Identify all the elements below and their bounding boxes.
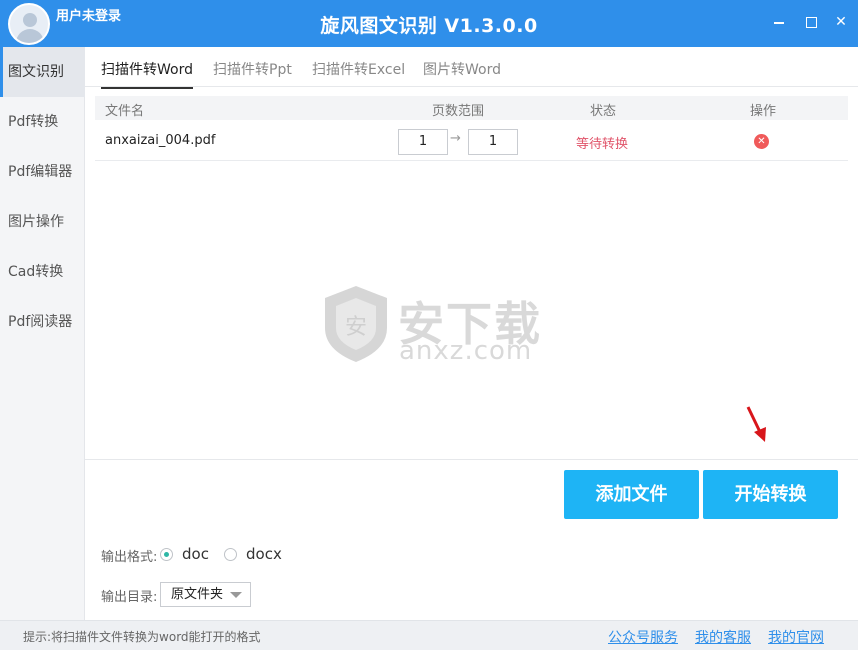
radio-doc[interactable]: [160, 548, 173, 561]
page-to-input[interactable]: 1: [468, 129, 518, 155]
link-wechat-service[interactable]: 公众号服务: [608, 627, 678, 647]
link-official-site[interactable]: 我的官网: [768, 627, 824, 647]
header-filename: 文件名: [105, 104, 145, 119]
sidebar-item-pdf-editor[interactable]: Pdf编辑器: [0, 147, 85, 197]
status-bar: 提示:将扫描件文件转换为word能打开的格式 公众号服务 我的客服 我的官网: [0, 620, 858, 650]
link-customer-service[interactable]: 我的客服: [695, 627, 751, 647]
header-action: 操作: [750, 104, 777, 119]
app-title: 旋风图文识别 V1.3.0.0: [320, 15, 538, 37]
maximize-button[interactable]: [803, 14, 819, 30]
tab-image-to-word[interactable]: 图片转Word: [423, 59, 501, 79]
close-button[interactable]: ✕: [833, 14, 849, 30]
sidebar-item-pdf-convert[interactable]: Pdf转换: [0, 97, 85, 147]
start-convert-button[interactable]: 开始转换: [703, 470, 838, 519]
tab-scan-to-excel[interactable]: 扫描件转Excel: [312, 59, 405, 79]
radio-docx-label[interactable]: docx: [246, 545, 282, 563]
output-dir-select[interactable]: 原文件夹: [160, 582, 251, 607]
chevron-down-icon: [230, 592, 242, 598]
header-status: 状态: [590, 104, 617, 119]
divider: [85, 459, 858, 460]
sidebar-item-image-ops[interactable]: 图片操作: [0, 197, 85, 247]
file-name-cell: anxaizai_004.pdf: [105, 133, 216, 148]
watermark-url: anxz.com: [399, 336, 533, 366]
header-page-range: 页数范围: [432, 104, 485, 119]
radio-docx[interactable]: [224, 548, 237, 561]
title-bar: 用户未登录 旋风图文识别 V1.3.0.0 ✕: [0, 0, 858, 47]
page-from-input[interactable]: 1: [398, 129, 448, 155]
red-arrow-icon: [746, 406, 766, 442]
delete-row-icon[interactable]: ✕: [754, 134, 769, 149]
watermark-shield-icon: 安: [325, 286, 387, 362]
table-row[interactable]: anxaizai_004.pdf 1 → 1 等待转换 ✕: [95, 121, 848, 161]
status-badge: 等待转换: [576, 137, 629, 152]
sidebar-item-image-ocr[interactable]: 图文识别: [0, 47, 85, 97]
sidebar: 图文识别 Pdf转换 Pdf编辑器 图片操作 Cad转换 Pdf阅读器: [0, 47, 85, 620]
minimize-button[interactable]: [771, 14, 787, 30]
range-arrow-icon: →: [450, 131, 461, 146]
sidebar-item-pdf-reader[interactable]: Pdf阅读器: [0, 297, 85, 347]
watermark-shield-char: 安: [345, 315, 367, 340]
tip-text: 提示:将扫描件文件转换为word能打开的格式: [23, 630, 261, 644]
output-format-label: 输出格式:: [101, 550, 158, 565]
radio-doc-label[interactable]: doc: [182, 545, 209, 563]
tab-scan-to-ppt[interactable]: 扫描件转Ppt: [213, 59, 292, 79]
tab-bar: 扫描件转Word 扫描件转Ppt 扫描件转Excel 图片转Word: [85, 47, 858, 89]
output-dir-label: 输出目录:: [101, 590, 158, 605]
output-dir-value: 原文件夹: [171, 587, 224, 602]
file-table-header: 文件名 页数范围 状态 操作: [95, 96, 848, 120]
tab-scan-to-word[interactable]: 扫描件转Word: [101, 59, 193, 89]
sidebar-item-cad-convert[interactable]: Cad转换: [0, 247, 85, 297]
add-file-button[interactable]: 添加文件: [564, 470, 699, 519]
